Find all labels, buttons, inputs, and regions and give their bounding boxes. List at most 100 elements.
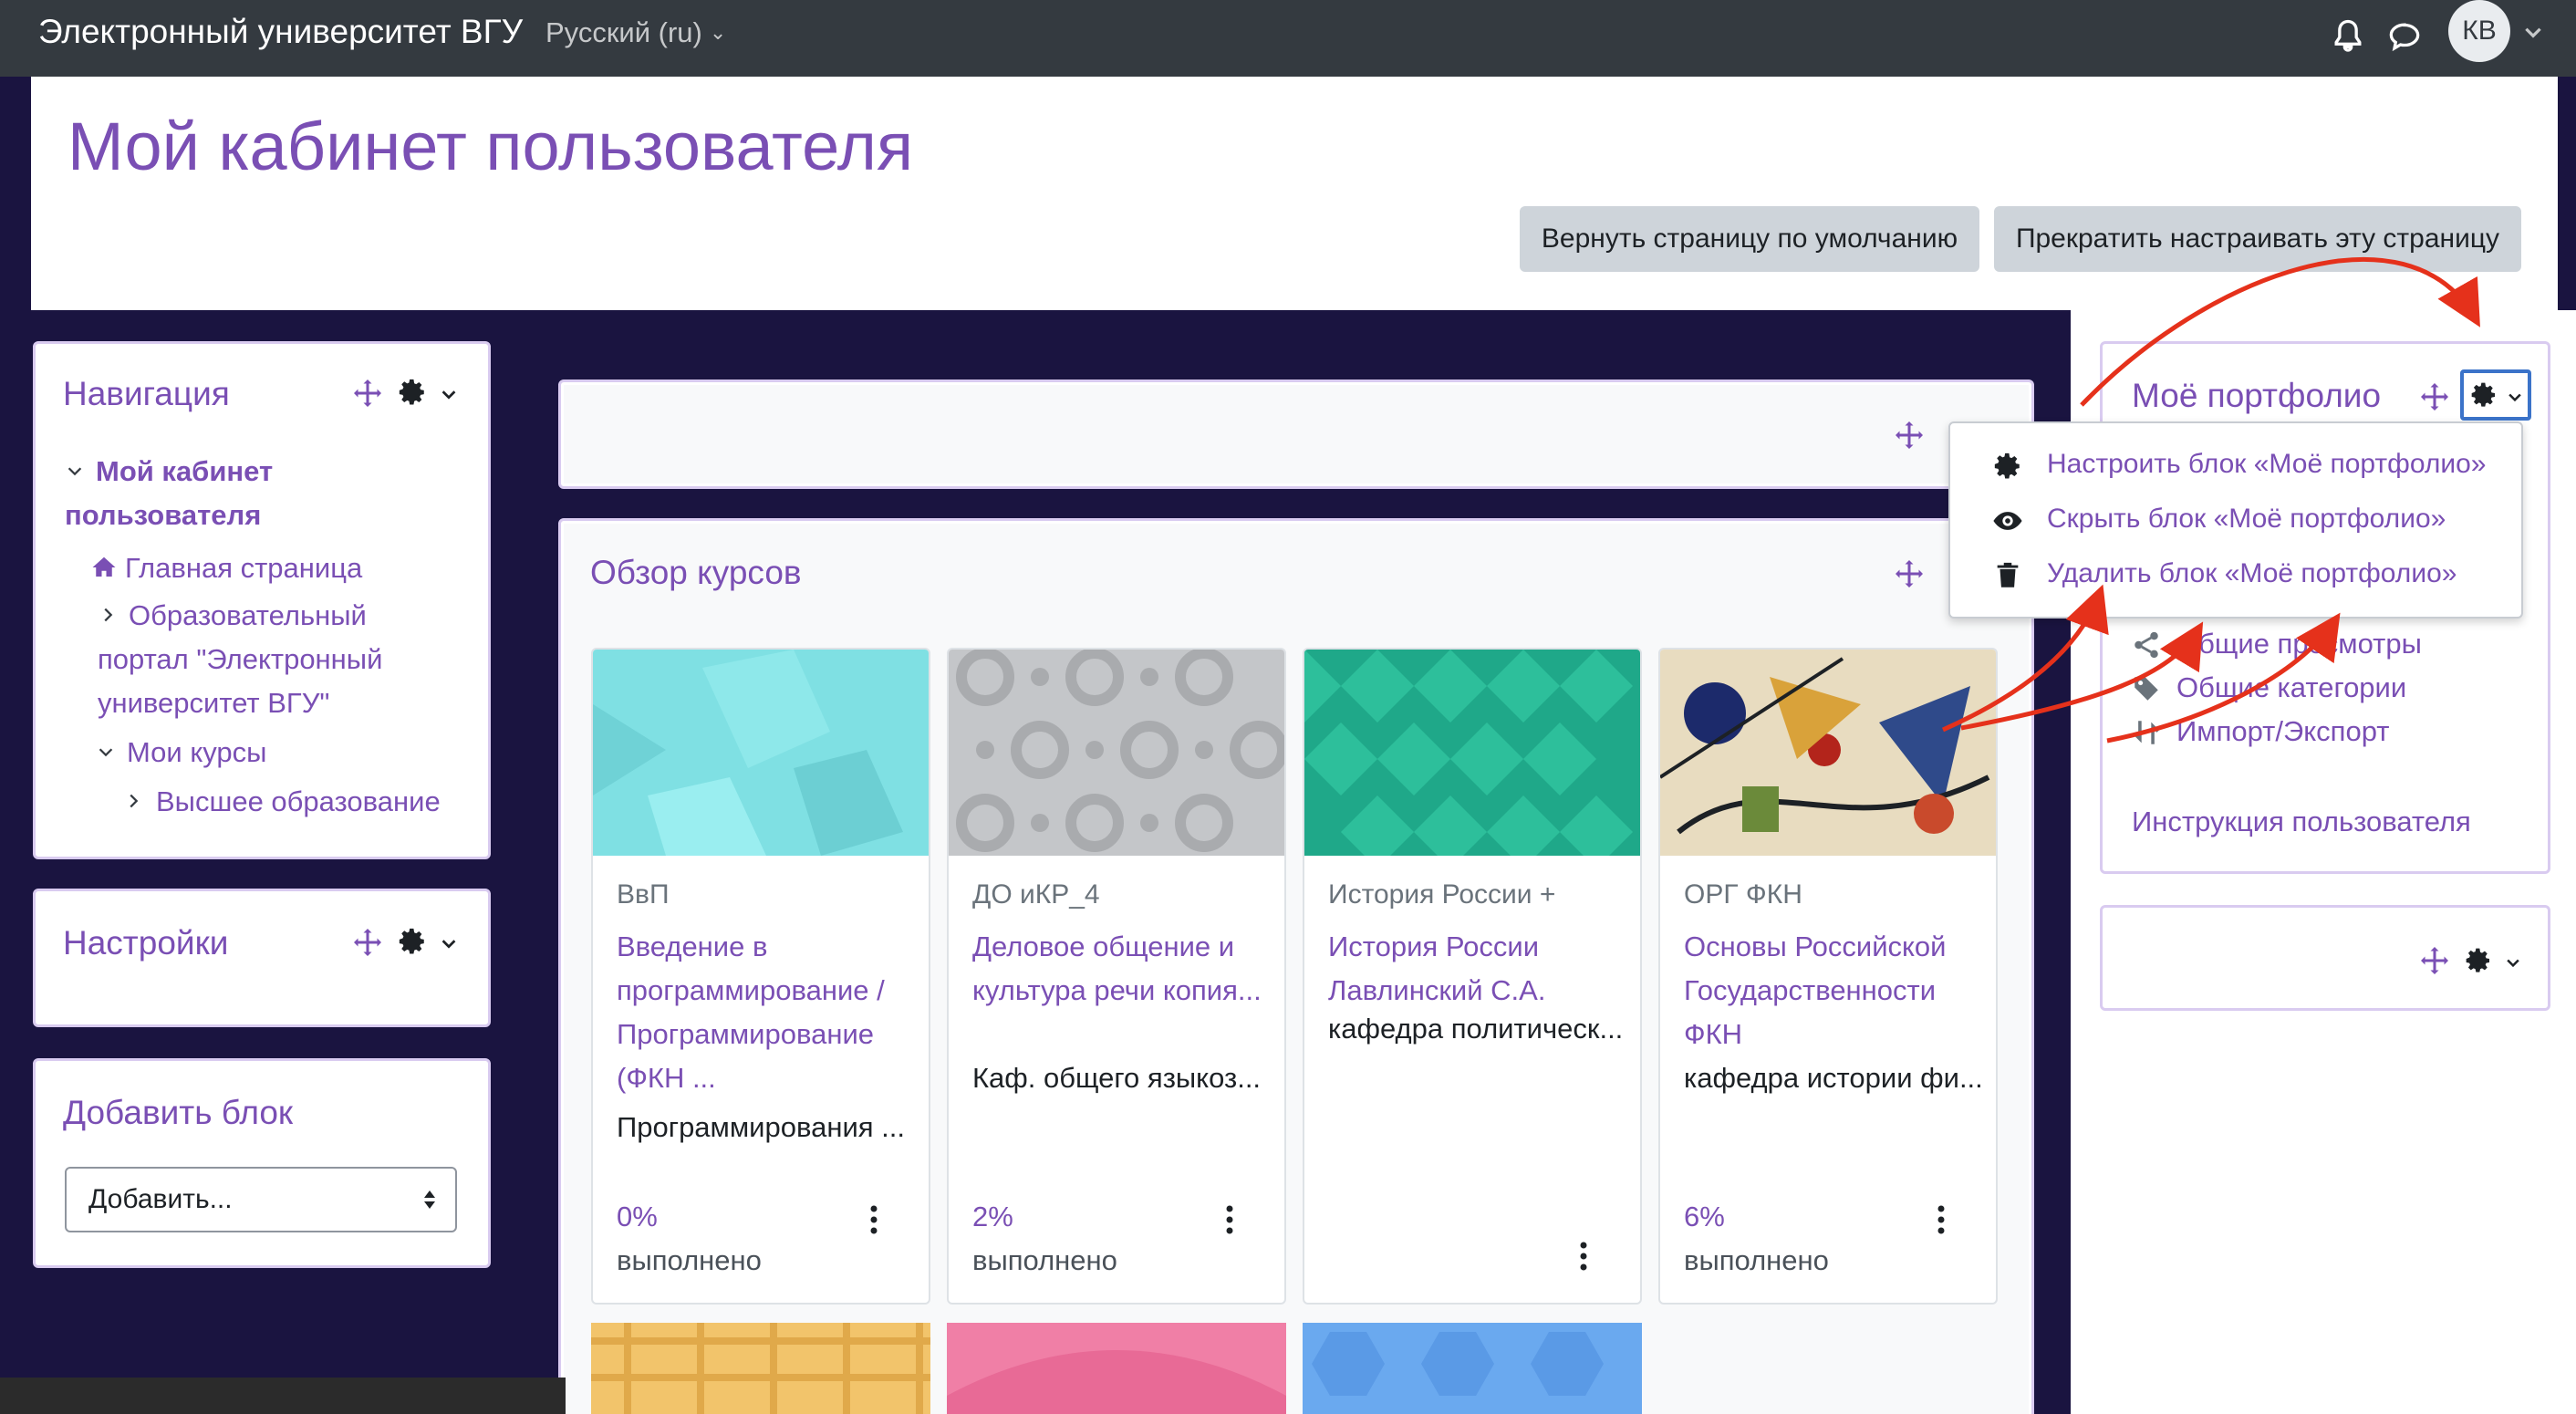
top-navbar: Электронный университет ВГУ Русский (ru)… <box>0 0 2576 77</box>
chevron-down-icon[interactable] <box>2504 953 2522 972</box>
chevron-down-icon[interactable] <box>2521 20 2545 44</box>
gear-icon[interactable] <box>397 926 428 957</box>
course-image <box>1304 650 1640 856</box>
more-actions-icon[interactable] <box>1936 1204 1947 1235</box>
user-instruction-link[interactable]: Инструкция пользователя <box>2132 806 2471 838</box>
home-icon <box>92 556 116 577</box>
course-department: Программирования ... <box>617 1111 906 1143</box>
page-title: Мой кабинет пользователя <box>68 109 914 184</box>
language-label: Русский (ru) <box>545 16 702 48</box>
navigation-block: Навигация Мой кабинет пользователя Главн… <box>33 341 491 859</box>
share-icon <box>2135 631 2158 659</box>
gear-icon[interactable] <box>2464 946 2493 975</box>
add-block: Добавить блок Добавить... <box>33 1058 491 1268</box>
more-actions-icon[interactable] <box>1224 1204 1235 1235</box>
course-image[interactable] <box>947 1323 1286 1414</box>
nav-item-home[interactable]: Главная страница <box>125 546 362 590</box>
menu-item-delete-block[interactable]: Удалить блок «Моё портфолио» <box>2047 558 2457 589</box>
course-category: История России + <box>1328 879 1556 910</box>
course-card[interactable]: ВвП Введение в программирование / Програ… <box>591 648 930 1305</box>
chevron-down-icon[interactable] <box>96 742 116 762</box>
course-department: Каф. общего языкоз... <box>972 1062 1262 1094</box>
nav-item-my-courses[interactable]: Мои курсы <box>127 731 266 775</box>
course-image[interactable] <box>591 1323 930 1414</box>
course-category: ДО иКР_4 <box>972 879 1100 910</box>
course-image <box>593 650 929 856</box>
course-category: ВвП <box>617 879 670 910</box>
course-progress-label: выполнено <box>972 1244 1117 1276</box>
course-card[interactable]: ДО иКР_4 Деловое общение и культура речи… <box>947 648 1286 1305</box>
chat-icon[interactable] <box>2384 16 2425 57</box>
move-icon[interactable] <box>351 377 384 410</box>
course-progress-value: 0% <box>617 1201 658 1232</box>
course-progress-label: выполнено <box>617 1244 762 1276</box>
course-progress-value: 2% <box>972 1201 1013 1232</box>
move-icon[interactable] <box>1893 557 1926 590</box>
course-name-link[interactable]: Основы Российской Государственности ФКН <box>1684 925 1976 1056</box>
transfer-icon <box>2133 721 2160 744</box>
block-controls <box>351 377 461 417</box>
nav-item-portal[interactable]: Образовательный портал "Электронный унив… <box>98 594 399 725</box>
chevron-down-icon[interactable] <box>439 384 459 404</box>
course-overview-title: Обзор курсов <box>590 554 802 591</box>
nav-item-higher-education[interactable]: Высшее образование <box>156 780 441 824</box>
move-icon[interactable] <box>2418 944 2451 977</box>
chevron-down-icon[interactable] <box>439 933 459 953</box>
course-card[interactable]: ОРГ ФКН Основы Российской Государственно… <box>1658 648 1998 1305</box>
bell-icon[interactable] <box>2328 16 2368 57</box>
language-menu[interactable]: Русский (ru) ⌄ <box>545 16 726 49</box>
menu-item-hide-block[interactable]: Скрыть блок «Моё портфолио» <box>2047 504 2446 535</box>
empty-block <box>558 379 2034 489</box>
sort-icon <box>424 1190 435 1209</box>
course-department: кафедра политическ... <box>1328 1013 1624 1045</box>
nav-item-dashboard[interactable]: Мой кабинет пользователя <box>65 450 338 537</box>
gear-icon <box>2471 382 2495 407</box>
settings-title: Настройки <box>63 924 229 962</box>
more-actions-icon[interactable] <box>1578 1241 1589 1272</box>
course-image[interactable] <box>1303 1323 1642 1414</box>
block-actions-dropdown: Настроить блок «Моё портфолио» Скрыть бл… <box>1948 421 2523 619</box>
stop-customizing-button[interactable]: Прекратить настраивать эту страницу <box>1994 206 2521 272</box>
course-card[interactable]: История России + История России Лавлинск… <box>1303 648 1642 1305</box>
background-window-strip <box>0 1378 566 1414</box>
empty-right-block <box>2100 905 2550 1011</box>
portfolio-link-shared-views[interactable]: Общие просмотры <box>2176 628 2422 660</box>
course-progress-value: 6% <box>1684 1201 1725 1232</box>
course-name-link[interactable]: Деловое общение и культура речи копия... <box>972 925 1273 1013</box>
more-actions-icon[interactable] <box>868 1204 879 1235</box>
eye-icon <box>1993 512 2022 530</box>
course-name-link[interactable]: История России Лавлинский С.А. <box>1328 925 1620 1013</box>
gear-icon <box>1994 452 2020 479</box>
user-avatar[interactable]: КВ <box>2448 0 2510 62</box>
course-image <box>1660 650 1996 856</box>
block-actions-menu-button[interactable] <box>2460 369 2531 421</box>
chevron-right-icon[interactable] <box>123 791 143 811</box>
chevron-down-icon <box>2508 393 2521 402</box>
add-block-select[interactable]: Добавить... <box>65 1167 457 1232</box>
move-icon[interactable] <box>1893 419 1926 452</box>
course-department: кафедра истории фи... <box>1684 1062 1983 1094</box>
portfolio-title: Моё портфолио <box>2132 377 2382 414</box>
navigation-title: Навигация <box>63 375 230 412</box>
site-name-link[interactable]: Электронный университет ВГУ <box>38 13 523 51</box>
course-name-text: Деловое общение и культура речи копия... <box>972 931 1262 1006</box>
course-image <box>949 650 1284 856</box>
course-progress-label: выполнено <box>1684 1244 1829 1276</box>
move-icon[interactable] <box>351 926 384 959</box>
tags-icon <box>2135 677 2158 701</box>
course-category: ОРГ ФКН <box>1684 879 1802 910</box>
block-controls <box>351 926 461 966</box>
settings-block: Настройки <box>33 889 491 1027</box>
page-header: Мой кабинет пользователя Вернуть страниц… <box>31 77 2558 310</box>
portfolio-link-import-export[interactable]: Импорт/Экспорт <box>2176 715 2389 748</box>
add-block-select-value: Добавить... <box>88 1184 233 1214</box>
move-icon[interactable] <box>2418 380 2451 413</box>
chevron-down-icon: ⌄ <box>709 21 727 44</box>
course-name-link[interactable]: Введение в программирование / Программир… <box>617 925 909 1100</box>
reset-page-button[interactable]: Вернуть страницу по умолчанию <box>1520 206 1979 272</box>
menu-item-configure-block[interactable]: Настроить блок «Моё портфолио» <box>2047 449 2487 480</box>
portfolio-link-shared-categories[interactable]: Общие категории <box>2176 671 2406 704</box>
gear-icon[interactable] <box>397 377 428 408</box>
add-block-title: Добавить блок <box>63 1094 294 1131</box>
trash-icon <box>1997 562 2019 587</box>
